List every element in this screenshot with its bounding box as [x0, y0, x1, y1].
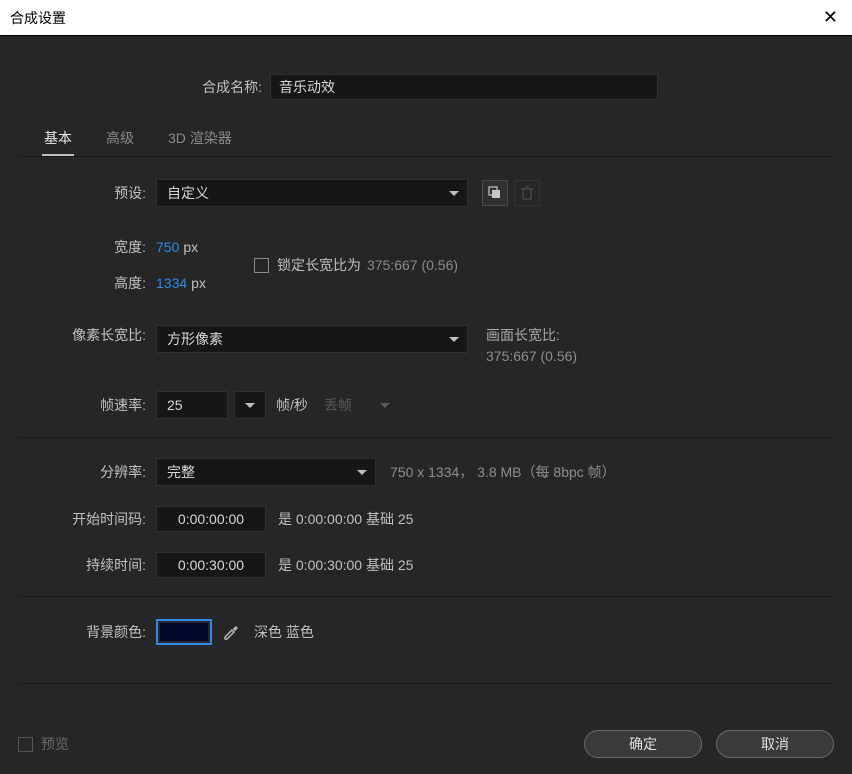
bg-color-inner	[160, 623, 208, 641]
framerate-value[interactable]: 25	[156, 391, 228, 419]
start-timecode-label: 开始时间码:	[18, 509, 156, 529]
resolution-label: 分辨率:	[18, 462, 156, 482]
bg-color-label: 背景颜色:	[18, 622, 156, 642]
titlebar: 合成设置 ✕	[0, 0, 852, 36]
resolution-info: 750 x 1334， 3.8 MB（每 8bpc 帧）	[390, 462, 616, 482]
duration-input[interactable]: 0:00:30:00	[156, 552, 266, 578]
framerate-unit: 帧/秒	[276, 395, 308, 415]
preview-checkbox[interactable]	[18, 737, 33, 752]
pixel-aspect-value: 方形像素	[167, 329, 223, 349]
comp-name-input[interactable]	[270, 74, 658, 100]
tab-3d-renderer[interactable]: 3D 渲染器	[166, 122, 234, 156]
frame-aspect-label: 画面长宽比:	[486, 325, 577, 346]
preset-select[interactable]: 自定义	[156, 179, 468, 207]
eyedropper-icon[interactable]	[222, 622, 240, 643]
tabs: 基本 高级 3D 渲染器	[18, 122, 834, 156]
dropframe-select-disabled: 丢帧	[324, 395, 390, 415]
chevron-down-icon	[380, 403, 390, 408]
preset-label: 预设:	[18, 183, 156, 203]
frame-aspect-value: 375:667 (0.56)	[486, 346, 577, 367]
framerate-label: 帧速率:	[18, 395, 156, 415]
preview-label: 预览	[41, 734, 69, 754]
frame-aspect-info: 画面长宽比: 375:667 (0.56)	[486, 325, 577, 367]
save-preset-button[interactable]	[482, 180, 508, 206]
start-timecode-info: 是 0:00:00:00 基础 25	[278, 509, 413, 529]
width-label: 宽度:	[18, 237, 156, 257]
width-unit: px	[183, 239, 198, 255]
width-value[interactable]: 750	[156, 239, 179, 255]
divider	[18, 596, 834, 597]
chevron-down-icon	[357, 470, 367, 475]
framerate-dropdown[interactable]	[234, 391, 266, 419]
start-timecode-input[interactable]: 0:00:00:00	[156, 506, 266, 532]
lock-aspect-checkbox[interactable]	[254, 258, 269, 273]
tab-basic[interactable]: 基本	[42, 122, 74, 156]
height-label: 高度:	[18, 273, 156, 293]
delete-preset-button	[514, 180, 540, 206]
cancel-button[interactable]: 取消	[716, 730, 834, 758]
window-title: 合成设置	[10, 8, 66, 28]
lock-aspect-ratio: 375:667 (0.56)	[367, 257, 458, 273]
pixel-aspect-select[interactable]: 方形像素	[156, 325, 468, 353]
bg-color-swatch[interactable]	[156, 619, 212, 645]
chevron-down-icon	[245, 403, 255, 408]
ok-button[interactable]: 确定	[584, 730, 702, 758]
resolution-select[interactable]: 完整	[156, 458, 376, 486]
comp-name-label: 合成名称:	[62, 77, 262, 97]
duration-info: 是 0:00:30:00 基础 25	[278, 555, 413, 575]
chevron-down-icon	[449, 337, 459, 342]
preset-value: 自定义	[167, 183, 209, 203]
resolution-value: 完整	[167, 462, 195, 482]
save-preset-icon	[488, 186, 502, 200]
height-unit: px	[191, 275, 206, 291]
tab-advanced[interactable]: 高级	[104, 122, 136, 156]
preview-toggle: 预览	[18, 734, 69, 754]
chevron-down-icon	[449, 191, 459, 196]
pixel-aspect-label: 像素长宽比:	[18, 325, 156, 345]
close-icon[interactable]: ✕	[823, 7, 838, 28]
height-value[interactable]: 1334	[156, 275, 187, 291]
divider	[18, 437, 834, 438]
bg-color-name: 深色 蓝色	[254, 622, 314, 642]
trash-icon	[521, 186, 533, 200]
lock-aspect-label: 锁定长宽比为	[277, 255, 361, 275]
duration-label: 持续时间:	[18, 555, 156, 575]
